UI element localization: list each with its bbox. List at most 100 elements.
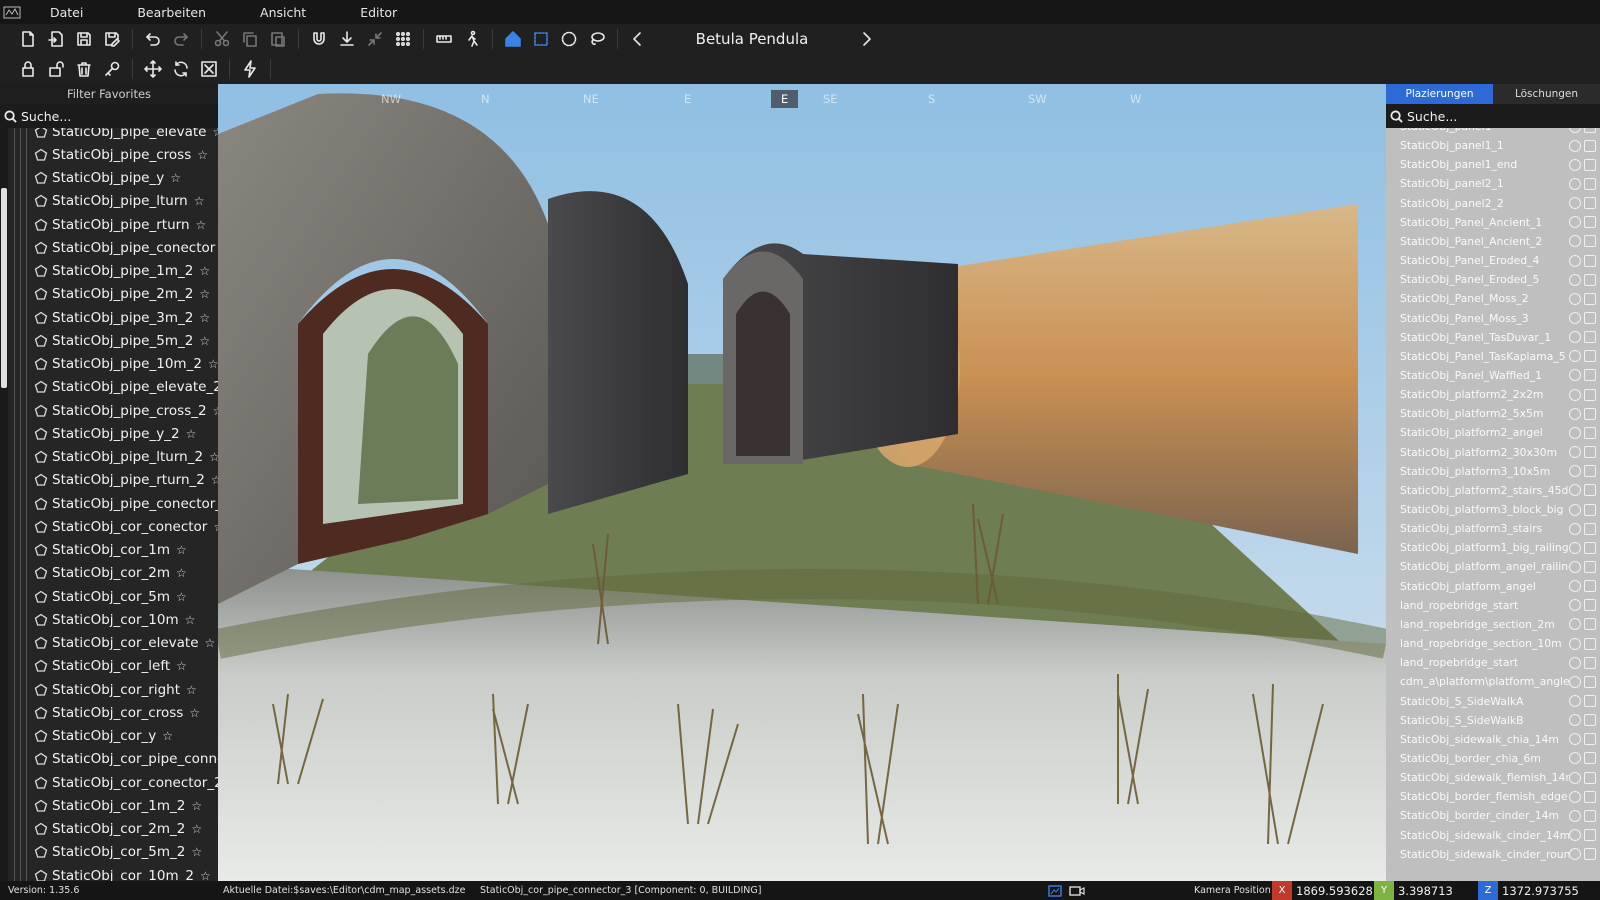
cube-icon[interactable] [1584,771,1596,784]
tree-item[interactable]: StaticObj_pipe_elevate ☆ [34,128,218,143]
placement-list-item[interactable]: StaticObj_panel2_1 [1386,174,1600,193]
cube-icon[interactable] [1584,618,1596,631]
tree-item[interactable]: StaticObj_pipe_lturn_2 ☆ [34,446,218,469]
globe-icon[interactable] [1569,197,1581,210]
menu-bearbeiten[interactable]: Bearbeiten [111,5,234,20]
lightning-icon[interactable] [236,55,264,83]
globe-icon[interactable] [1569,128,1581,133]
tree-item[interactable]: StaticObj_pipe_3m_2 ☆ [34,306,210,329]
scale-icon[interactable] [195,55,223,83]
cube-icon[interactable] [1584,714,1596,727]
left-search-bar[interactable]: Suche... [0,104,218,128]
placement-list-item[interactable]: StaticObj_border_flemish_edge [1386,787,1600,806]
placement-list-item[interactable]: land_ropebridge_start [1386,596,1600,615]
favorite-star-icon[interactable]: ☆ [199,311,210,325]
cube-icon[interactable] [1584,848,1596,861]
tree-item[interactable]: StaticObj_pipe_y ☆ [34,167,181,190]
tree-item[interactable]: StaticObj_cor_cross ☆ [34,701,200,724]
cube-icon[interactable] [1584,541,1596,554]
globe-icon[interactable] [1569,235,1581,248]
placement-list-item[interactable]: StaticObj_Panel_Moss_3 [1386,309,1600,328]
favorite-star-icon[interactable]: ☆ [191,799,202,813]
favorite-star-icon[interactable]: ☆ [208,357,218,371]
favorite-star-icon[interactable]: ☆ [185,613,196,627]
import-icon[interactable] [42,25,70,53]
tab-loeschungen[interactable]: Löschungen [1493,84,1600,104]
globe-icon[interactable] [1569,177,1581,190]
cube-icon[interactable] [1584,407,1596,420]
placement-list-item[interactable]: StaticObj_platform2_30x30m [1386,443,1600,462]
globe-icon[interactable] [1569,273,1581,286]
globe-icon[interactable] [1569,292,1581,305]
globe-icon[interactable] [1569,388,1581,401]
placement-list-item[interactable]: StaticObj_Panel_Eroded_5 [1386,270,1600,289]
tree-item[interactable]: StaticObj_cor_1m ☆ [34,539,187,562]
placement-list-item[interactable]: land_ropebridge_section_2m [1386,615,1600,634]
placement-list-item[interactable]: StaticObj_platform2_2x2m [1386,385,1600,404]
globe-icon[interactable] [1569,446,1581,459]
tree-item[interactable]: StaticObj_cor_5m ☆ [34,585,187,608]
cube-icon[interactable] [1584,790,1596,803]
globe-icon[interactable] [1569,560,1581,573]
map-icon[interactable] [1046,881,1064,900]
placement-list-item[interactable]: StaticObj_sidewalk_cinder_round [1386,845,1600,864]
lasso-icon[interactable] [583,25,611,53]
copy-icon[interactable] [236,25,264,53]
walk-icon[interactable] [458,25,486,53]
tree-item[interactable]: StaticObj_cor_5m_2 ☆ [34,841,202,864]
placement-list-item[interactable]: StaticObj_panel1_1 [1386,136,1600,155]
globe-icon[interactable] [1569,503,1581,516]
placement-list-item[interactable]: StaticObj_sidewalk_chia_14m [1386,730,1600,749]
tree-item[interactable]: StaticObj_pipe_cross ☆ [34,143,208,166]
placement-list-item[interactable]: StaticObj_panel1 [1386,128,1600,136]
cube-icon[interactable] [1584,350,1596,363]
favorite-star-icon[interactable]: ☆ [199,287,210,301]
move-icon[interactable] [139,55,167,83]
camera-icon[interactable] [1068,881,1086,900]
cube-icon[interactable] [1584,809,1596,822]
globe-icon[interactable] [1569,618,1581,631]
placement-list-item[interactable]: StaticObj_Panel_Waffled_1 [1386,366,1600,385]
favorite-star-icon[interactable]: ☆ [200,869,211,882]
tree-item[interactable]: StaticObj_cor_pipe_conne☆ [34,748,218,771]
next-object-button[interactable] [852,25,880,53]
collapse-icon[interactable] [361,25,389,53]
favorite-star-icon[interactable]: ☆ [170,171,181,185]
tree-item[interactable]: StaticObj_pipe_conector☆ [34,236,218,259]
cube-icon[interactable] [1584,177,1596,190]
filter-favorites-header[interactable]: Filter Favorites [0,84,218,104]
circle-select-icon[interactable] [555,25,583,53]
favorite-star-icon[interactable]: ☆ [176,659,187,673]
placement-list-item[interactable]: StaticObj_sidewalk_flemish_14m [1386,768,1600,787]
globe-icon[interactable] [1569,829,1581,842]
favorite-star-icon[interactable]: ☆ [205,636,216,650]
cut-icon[interactable] [208,25,236,53]
placement-list-item[interactable]: StaticObj_Panel_TasDuvar_1 [1386,328,1600,347]
tree-item[interactable]: StaticObj_cor_10m_2 ☆ [34,864,211,881]
tree-item[interactable]: StaticObj_cor_conector_2☆ [34,771,218,794]
placement-list-item[interactable]: StaticObj_Panel_Eroded_4 [1386,251,1600,270]
placement-list-item[interactable]: StaticObj_platform2_stairs_45d [1386,481,1600,500]
favorite-star-icon[interactable]: ☆ [196,218,207,232]
cube-icon[interactable] [1584,292,1596,305]
key-icon[interactable] [98,55,126,83]
globe-icon[interactable] [1569,522,1581,535]
menu-editor[interactable]: Editor [334,5,425,20]
cube-icon[interactable] [1584,426,1596,439]
cube-icon[interactable] [1584,637,1596,650]
favorite-star-icon[interactable]: ☆ [191,822,202,836]
globe-icon[interactable] [1569,369,1581,382]
ruler-icon[interactable] [430,25,458,53]
cube-icon[interactable] [1584,484,1596,497]
globe-icon[interactable] [1569,465,1581,478]
tree-item[interactable]: StaticObj_pipe_elevate_2☆ [34,376,218,399]
tree-item[interactable]: StaticObj_pipe_cross_2 ☆ [34,399,218,422]
tree-item[interactable]: StaticObj_cor_conector☆ [34,515,218,538]
redo-icon[interactable] [167,25,195,53]
globe-icon[interactable] [1569,580,1581,593]
favorite-star-icon[interactable]: ☆ [186,683,197,697]
cube-icon[interactable] [1584,465,1596,478]
tree-item[interactable]: StaticObj_cor_1m_2 ☆ [34,794,202,817]
globe-icon[interactable] [1569,541,1581,554]
cube-icon[interactable] [1584,388,1596,401]
